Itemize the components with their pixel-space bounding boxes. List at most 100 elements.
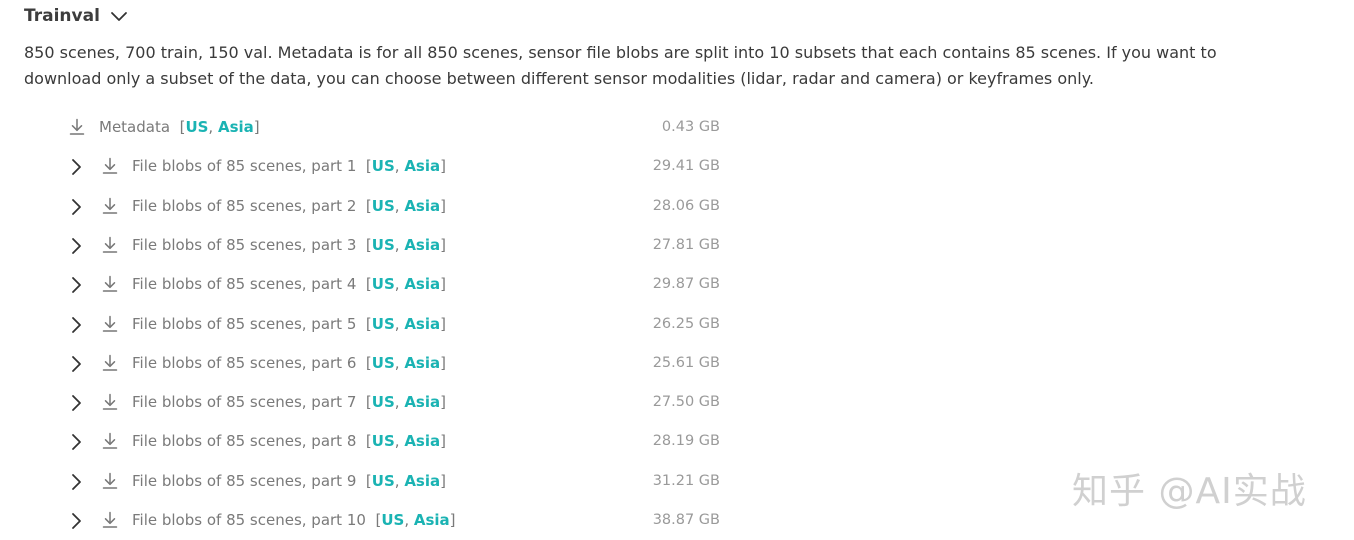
file-row: File blobs of 85 scenes, part 2 [US, Asi… — [0, 187, 740, 226]
chevron-right-icon[interactable] — [68, 316, 84, 334]
chevron-right-icon[interactable] — [68, 276, 84, 294]
file-label: File blobs of 85 scenes, part 4 [US, Asi… — [132, 265, 446, 304]
file-name: File blobs of 85 scenes, part 4 — [132, 275, 357, 294]
download-icon[interactable] — [101, 197, 119, 215]
file-size: 28.06 GB — [652, 197, 720, 214]
file-label: File blobs of 85 scenes, part 8 [US, Asi… — [132, 422, 446, 461]
region-separator: , — [394, 314, 405, 333]
region-separator: , — [394, 275, 405, 294]
download-icon[interactable] — [101, 275, 119, 293]
region-link-asia[interactable]: Asia — [404, 354, 440, 372]
download-icon[interactable] — [101, 393, 119, 411]
region-separator: , — [394, 235, 405, 254]
section-title: Trainval — [24, 6, 100, 26]
region-link-asia[interactable]: Asia — [404, 197, 440, 215]
file-label: File blobs of 85 scenes, part 9 [US, Asi… — [132, 462, 446, 501]
file-label: File blobs of 85 scenes, part 6 [US, Asi… — [132, 344, 446, 383]
file-name: File blobs of 85 scenes, part 8 — [132, 432, 357, 451]
file-name: File blobs of 85 scenes, part 1 — [132, 157, 357, 176]
file-size: 27.50 GB — [652, 394, 720, 411]
download-icon[interactable] — [101, 236, 119, 254]
file-size: 0.43 GB — [661, 119, 720, 135]
chevron-right-icon[interactable] — [68, 237, 84, 255]
close-bracket: ] — [449, 511, 456, 529]
region-separator: , — [404, 511, 414, 529]
file-size: 29.87 GB — [652, 276, 720, 293]
download-icon[interactable] — [101, 354, 119, 372]
watermark: 知乎 @AI实战 — [1072, 471, 1307, 512]
close-bracket: ] — [440, 432, 446, 451]
region-separator: , — [394, 471, 405, 490]
chevron-right-icon[interactable] — [68, 394, 84, 412]
chevron-right-icon[interactable] — [68, 355, 84, 373]
close-bracket: ] — [440, 235, 446, 254]
file-size: 28.19 GB — [652, 433, 720, 450]
file-size: 25.61 GB — [652, 354, 720, 371]
chevron-right-icon[interactable] — [68, 433, 84, 451]
file-label: Metadata [US, Asia] — [99, 108, 260, 147]
download-icon[interactable] — [68, 118, 86, 136]
region-link-asia[interactable]: Asia — [404, 157, 440, 175]
region-link-asia[interactable]: Asia — [404, 275, 440, 293]
region-link-us[interactable]: US — [372, 393, 395, 411]
region-separator: , — [394, 353, 405, 372]
region-link-us[interactable]: US — [372, 472, 395, 490]
region-link-asia[interactable]: Asia — [404, 315, 440, 333]
region-link-asia[interactable]: Asia — [404, 472, 440, 490]
region-link-us[interactable]: US — [372, 157, 395, 175]
file-row: File blobs of 85 scenes, part 3 [US, Asi… — [0, 226, 740, 265]
file-size: 38.87 GB — [652, 512, 720, 528]
file-label: File blobs of 85 scenes, part 5 [US, Asi… — [132, 305, 446, 344]
region-link-asia[interactable]: Asia — [404, 236, 440, 254]
close-bracket: ] — [440, 393, 446, 412]
region-link-asia[interactable]: Asia — [404, 432, 440, 450]
file-name: File blobs of 85 scenes, part 10 — [132, 511, 366, 529]
file-label: File blobs of 85 scenes, part 10 [US, As… — [132, 501, 456, 540]
file-row: File blobs of 85 scenes, part 4 [US, Asi… — [0, 265, 740, 304]
section-description: 850 scenes, 700 train, 150 val. Metadata… — [24, 43, 1217, 88]
file-name: File blobs of 85 scenes, part 9 — [132, 471, 357, 490]
close-bracket: ] — [440, 353, 446, 372]
region-separator: , — [394, 196, 405, 215]
file-size: 29.41 GB — [652, 158, 720, 175]
file-row: File blobs of 85 scenes, part 10 [US, As… — [0, 501, 740, 540]
region-separator: , — [394, 432, 405, 451]
region-link-us[interactable]: US — [372, 354, 395, 372]
close-bracket: ] — [440, 275, 446, 294]
close-bracket: ] — [440, 314, 446, 333]
chevron-right-icon[interactable] — [68, 512, 84, 530]
region-link-us[interactable]: US — [372, 197, 395, 215]
region-link-us[interactable]: US — [372, 315, 395, 333]
region-link-asia[interactable]: Asia — [414, 511, 450, 529]
file-row: File blobs of 85 scenes, part 7 [US, Asi… — [0, 383, 740, 422]
download-icon[interactable] — [101, 511, 119, 529]
chevron-right-icon[interactable] — [68, 473, 84, 491]
file-size: 31.21 GB — [652, 472, 720, 489]
dataset-download-page: Trainval 850 scenes, 700 train, 150 val.… — [0, 0, 1354, 540]
download-icon[interactable] — [101, 432, 119, 450]
file-label: File blobs of 85 scenes, part 3 [US, Asi… — [132, 226, 446, 265]
region-link-us[interactable]: US — [372, 236, 395, 254]
chevron-right-icon[interactable] — [68, 198, 84, 216]
close-bracket: ] — [440, 157, 446, 176]
download-icon[interactable] — [101, 157, 119, 175]
region-link-us[interactable]: US — [372, 275, 395, 293]
file-row: File blobs of 85 scenes, part 9 [US, Asi… — [0, 462, 740, 501]
region-link-us[interactable]: US — [185, 118, 208, 136]
chevron-down-icon — [110, 10, 128, 22]
file-row: File blobs of 85 scenes, part 5 [US, Asi… — [0, 305, 740, 344]
region-link-us[interactable]: US — [372, 432, 395, 450]
file-row: Metadata [US, Asia] 0.43 GB — [0, 108, 740, 147]
file-label: File blobs of 85 scenes, part 1 [US, Asi… — [132, 147, 446, 186]
file-name: File blobs of 85 scenes, part 7 — [132, 393, 357, 412]
region-link-asia[interactable]: Asia — [218, 118, 254, 136]
file-name: Metadata — [99, 118, 171, 136]
download-icon[interactable] — [101, 315, 119, 333]
region-link-asia[interactable]: Asia — [404, 393, 440, 411]
download-icon[interactable] — [101, 472, 119, 490]
file-row: File blobs of 85 scenes, part 6 [US, Asi… — [0, 344, 740, 383]
trainval-section-toggle[interactable]: Trainval — [24, 4, 128, 28]
file-label: File blobs of 85 scenes, part 2 [US, Asi… — [132, 187, 446, 226]
chevron-right-icon[interactable] — [68, 158, 84, 176]
region-link-us[interactable]: US — [381, 511, 404, 529]
